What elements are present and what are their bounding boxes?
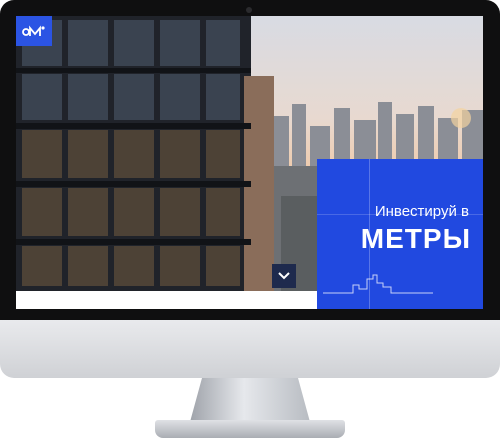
- brand-logo-icon: [22, 25, 45, 36]
- monitor-stand-base: [155, 420, 345, 438]
- cta-panel[interactable]: Инвестируй в МЕТРЫ: [317, 159, 483, 309]
- monitor-chin: [0, 320, 500, 378]
- scroll-down-button[interactable]: [272, 264, 296, 288]
- cta-title: МЕТРЫ: [360, 223, 471, 254]
- page-bottom-strip: [16, 291, 317, 309]
- chevron-down-icon: [278, 272, 290, 280]
- brand-logo[interactable]: [16, 16, 52, 46]
- cta-subtitle: Инвестируй в: [374, 203, 469, 220]
- city-skyline-icon: [323, 274, 433, 294]
- website-screen: Инвестируй в МЕТРЫ: [16, 16, 483, 309]
- monitor-stand-neck: [190, 378, 310, 422]
- webcam: [246, 7, 252, 13]
